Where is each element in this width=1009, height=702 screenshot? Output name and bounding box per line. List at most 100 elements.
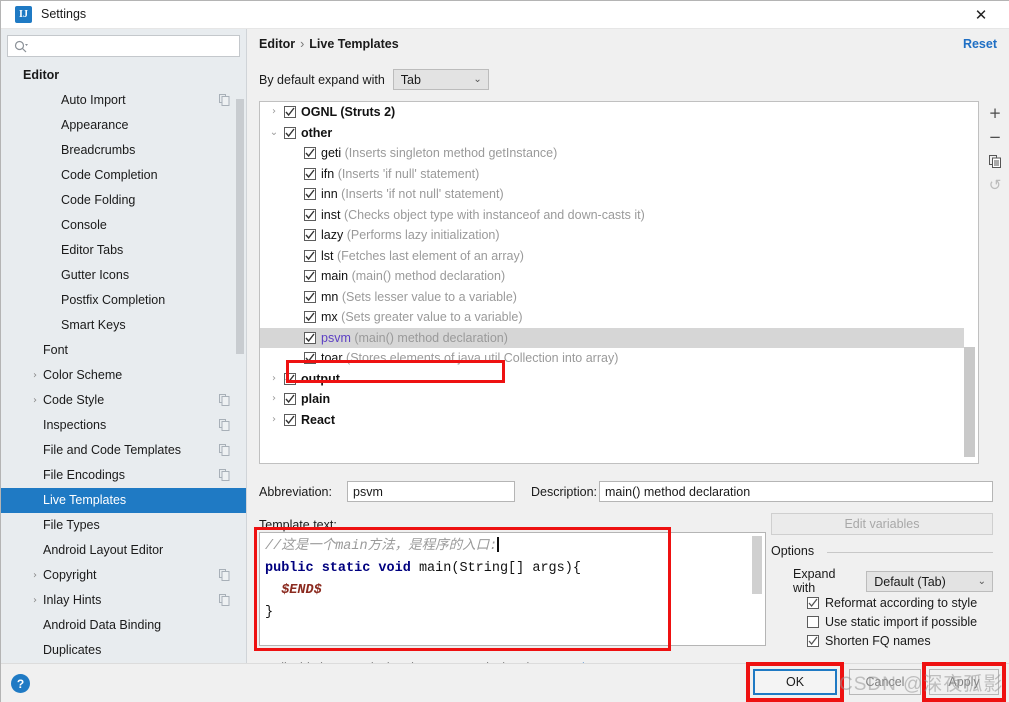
template-checkbox[interactable] — [304, 147, 316, 159]
breadcrumb-root[interactable]: Editor — [259, 37, 295, 51]
sidebar-item-android-layout-editor[interactable]: Android Layout Editor — [1, 538, 246, 563]
template-row[interactable]: › output — [260, 369, 965, 390]
sidebar-item-code-folding[interactable]: Code Folding — [1, 188, 246, 213]
tree-expander-icon[interactable]: ⌄ — [268, 123, 280, 144]
template-checkbox[interactable] — [284, 372, 296, 385]
template-checkbox[interactable] — [304, 331, 316, 344]
sidebar-item-appearance[interactable]: Appearance — [1, 113, 246, 138]
templates-list[interactable]: › OGNL (Struts 2) ⌄ other geti (Inserts sing… — [259, 101, 979, 464]
template-checkbox[interactable] — [284, 393, 296, 405]
template-row[interactable]: ⌄ other — [260, 123, 965, 144]
sidebar-item-gutter-icons[interactable]: Gutter Icons — [1, 263, 246, 288]
abbreviation-input[interactable] — [347, 481, 515, 502]
default-expand-select[interactable]: Tab ⌄ — [392, 69, 489, 90]
template-row[interactable]: › plain — [260, 389, 965, 410]
template-row[interactable]: › React — [260, 410, 965, 431]
plus-icon[interactable]: + — [983, 101, 1007, 125]
template-text-editor[interactable]: //这是一个main方法，是程序的入口: public static void … — [259, 532, 766, 646]
template-row[interactable]: lst (Fetches last element of an array) — [260, 246, 965, 267]
sidebar-item-copyright[interactable]: › Copyright — [1, 563, 246, 588]
template-row[interactable]: › OGNL (Struts 2) — [260, 102, 965, 123]
template-checkbox[interactable] — [304, 352, 316, 364]
sidebar-item-inspections[interactable]: Inspections — [1, 413, 246, 438]
edit-variables-button[interactable]: Edit variables — [771, 513, 993, 535]
template-checkbox[interactable] — [304, 188, 316, 200]
default-expand-value: Tab — [400, 73, 421, 87]
sidebar-item-android-data-binding[interactable]: Android Data Binding — [1, 613, 246, 638]
sidebar-item-font[interactable]: Font — [1, 338, 246, 363]
minus-icon[interactable]: − — [983, 125, 1007, 149]
template-checkbox[interactable] — [304, 249, 316, 262]
option-use-static-import-if-possible[interactable]: Use static import if possible — [807, 615, 977, 629]
sidebar-item-file-types[interactable]: File Types — [1, 513, 246, 538]
template-row[interactable]: mn (Sets lesser value to a variable) — [260, 287, 965, 308]
template-row[interactable]: lazy (Performs lazy initialization) — [260, 225, 965, 246]
close-icon[interactable]: ✕ — [960, 1, 1002, 29]
sidebar-item-code-style[interactable]: › Code Style — [1, 388, 246, 413]
sidebar-item-breadcrumbs[interactable]: Breadcrumbs — [1, 138, 246, 163]
template-row[interactable]: geti (Inserts singleton method getInstan… — [260, 143, 965, 164]
help-button[interactable]: ? — [11, 674, 30, 693]
sidebar-item-smart-keys[interactable]: Smart Keys — [1, 313, 246, 338]
template-row[interactable]: psvm (main() method declaration) — [260, 327, 965, 348]
chevron-right-icon[interactable]: › — [29, 563, 41, 588]
sidebar-item-editor[interactable]: Editor — [1, 63, 246, 88]
chevron-right-icon[interactable]: › — [29, 363, 41, 388]
chevron-right-icon[interactable]: › — [29, 388, 41, 413]
tree-expander-icon[interactable]: › — [268, 369, 280, 390]
template-row[interactable]: inst (Checks object type with instanceof… — [260, 205, 965, 226]
ok-button[interactable]: OK — [753, 669, 837, 695]
template-checkbox[interactable] — [304, 229, 316, 241]
editor-scrollbar-thumb[interactable] — [752, 536, 762, 594]
template-checkbox[interactable] — [284, 106, 296, 118]
sidebar-scrollbar[interactable] — [236, 99, 244, 354]
editor-scrollbar-track[interactable] — [752, 534, 764, 645]
templates-scrollbar-thumb[interactable] — [964, 347, 975, 457]
apply-button[interactable]: Apply — [929, 669, 999, 695]
checkbox[interactable] — [807, 616, 819, 628]
option-reformat-according-to-style[interactable]: Reformat according to style — [807, 596, 977, 610]
template-row[interactable]: main (main() method declaration) — [260, 266, 965, 287]
template-row[interactable]: mx (Sets greater value to a variable) — [260, 307, 965, 328]
chevron-right-icon[interactable]: › — [29, 588, 41, 613]
template-checkbox[interactable] — [304, 311, 316, 323]
sidebar-item-console[interactable]: Console — [1, 213, 246, 238]
template-row[interactable]: inn (Inserts 'if not null' statement) — [260, 184, 965, 205]
sidebar-item-label: Postfix Completion — [61, 293, 166, 307]
search-input[interactable] — [32, 37, 236, 55]
tree-expander-icon[interactable]: › — [268, 410, 280, 431]
template-row[interactable]: toar (Stores elements of java.util.Colle… — [260, 348, 965, 369]
template-row[interactable]: ifn (Inserts 'if null' statement) — [260, 164, 965, 185]
sidebar-item-file-and-code-templates[interactable]: File and Code Templates — [1, 438, 246, 463]
sidebar-item-file-encodings[interactable]: File Encodings — [1, 463, 246, 488]
option-shorten-fq-names[interactable]: Shorten FQ names — [807, 634, 931, 648]
tree-expander-icon[interactable]: › — [268, 389, 280, 410]
checkbox[interactable] — [807, 635, 819, 647]
template-checkbox[interactable] — [284, 413, 296, 426]
expand-with-select[interactable]: Default (Tab) ⌄ — [866, 570, 993, 592]
description-input[interactable] — [599, 481, 993, 502]
template-label: inst (Checks object type with instanceof… — [321, 205, 645, 226]
template-checkbox[interactable] — [304, 270, 316, 282]
sidebar-item-editor-tabs[interactable]: Editor Tabs — [1, 238, 246, 263]
sidebar-item-auto-import[interactable]: Auto Import — [1, 88, 246, 113]
template-checkbox[interactable] — [304, 208, 316, 221]
sidebar-item-inlay-hints[interactable]: › Inlay Hints — [1, 588, 246, 613]
search-box[interactable] — [7, 35, 240, 57]
copy-icon[interactable] — [983, 149, 1007, 173]
template-checkbox[interactable] — [284, 126, 296, 139]
sidebar-item-label: Editor — [23, 68, 60, 82]
sidebar-item-code-completion[interactable]: Code Completion — [1, 163, 246, 188]
templates-scrollbar-track[interactable] — [964, 103, 977, 462]
template-checkbox[interactable] — [304, 167, 316, 180]
sidebar-item-color-scheme[interactable]: › Color Scheme — [1, 363, 246, 388]
tree-expander-icon[interactable]: › — [268, 102, 280, 123]
cancel-button[interactable]: Cancel — [849, 669, 921, 695]
sidebar-item-postfix-completion[interactable]: Postfix Completion — [1, 288, 246, 313]
sidebar-item-duplicates[interactable]: Duplicates — [1, 638, 246, 663]
sidebar-item-label: Auto Import — [61, 93, 126, 107]
template-checkbox[interactable] — [304, 290, 316, 303]
checkbox[interactable] — [807, 597, 819, 609]
sidebar-item-live-templates[interactable]: Live Templates — [1, 488, 246, 513]
reset-link[interactable]: Reset — [963, 37, 997, 51]
